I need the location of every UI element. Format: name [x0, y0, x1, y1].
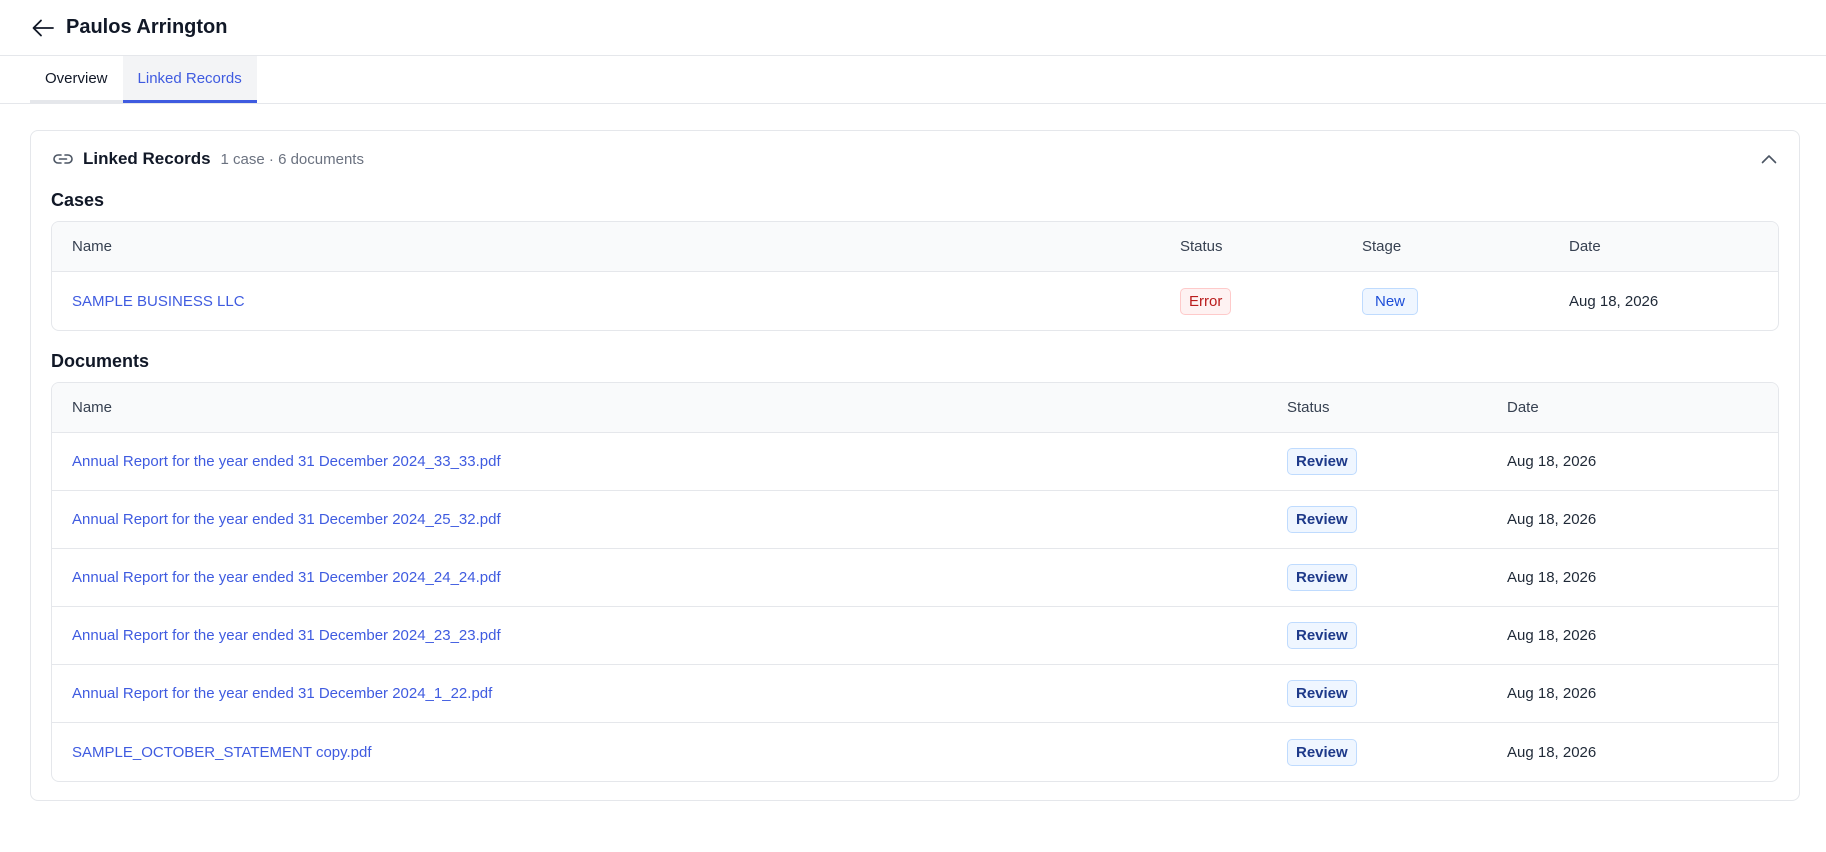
documents-table: Name Status Date Annual Report for the y… — [51, 382, 1779, 782]
link-icon — [52, 152, 74, 166]
document-name-link[interactable]: Annual Report for the year ended 31 Dece… — [72, 685, 492, 702]
column-header-status: Status — [1287, 399, 1330, 416]
column-header-status: Status — [1180, 238, 1223, 255]
documents-table-header: Name Status Date — [52, 383, 1778, 433]
table-row[interactable]: Annual Report for the year ended 31 Dece… — [52, 491, 1778, 549]
document-name-link[interactable]: Annual Report for the year ended 31 Dece… — [72, 511, 501, 528]
document-date: Aug 18, 2026 — [1507, 511, 1597, 528]
table-row[interactable]: SAMPLE_OCTOBER_STATEMENT copy.pdf Review… — [52, 723, 1778, 781]
cases-section-title: Cases — [51, 190, 105, 210]
document-name-link[interactable]: Annual Report for the year ended 31 Dece… — [72, 569, 501, 586]
chevron-up-icon[interactable] — [1757, 147, 1781, 171]
linked-records-header: Linked Records 1 case · 6 documents — [31, 131, 1799, 187]
table-row[interactable]: Annual Report for the year ended 31 Dece… — [52, 665, 1778, 723]
tab-bar: Overview Linked Records — [0, 56, 1826, 104]
status-badge: Review — [1287, 564, 1357, 591]
status-badge: Review — [1287, 622, 1357, 649]
document-date: Aug 18, 2026 — [1507, 685, 1597, 702]
status-badge: Review — [1287, 506, 1357, 533]
documents-section-title: Documents — [51, 351, 150, 371]
cases-table: Name Status Stage Date SAMPLE BUSINESS L… — [51, 221, 1779, 331]
document-name-link[interactable]: SAMPLE_OCTOBER_STATEMENT copy.pdf — [72, 744, 372, 761]
stage-badge: New — [1362, 287, 1419, 315]
tab-linked-records[interactable]: Linked Records — [122, 56, 257, 103]
document-date: Aug 18, 2026 — [1507, 743, 1597, 761]
status-badge: Review — [1287, 680, 1357, 707]
status-badge: Error — [1180, 287, 1232, 315]
page-header: Paulos Arrington — [0, 0, 1826, 56]
document-name-link[interactable]: Annual Report for the year ended 31 Dece… — [72, 453, 501, 470]
column-header-name: Name — [72, 399, 113, 416]
document-date: Aug 18, 2026 — [1507, 627, 1597, 644]
cases-table-header: Name Status Stage Date — [52, 222, 1778, 272]
arrow-left-icon[interactable] — [30, 15, 56, 41]
table-row[interactable]: Annual Report for the year ended 31 Dece… — [52, 433, 1778, 491]
case-date: Aug 18, 2026 — [1569, 292, 1659, 310]
case-name-link[interactable]: SAMPLE BUSINESS LLC — [72, 293, 245, 310]
document-name-link[interactable]: Annual Report for the year ended 31 Dece… — [72, 627, 501, 644]
status-badge: Review — [1287, 448, 1357, 475]
tab-overview[interactable]: Overview — [30, 56, 123, 103]
document-date: Aug 18, 2026 — [1507, 569, 1597, 586]
linked-records-count: 1 case · 6 documents — [220, 150, 364, 168]
table-row[interactable]: Annual Report for the year ended 31 Dece… — [52, 549, 1778, 607]
linked-records-card: Linked Records 1 case · 6 documents Case… — [30, 130, 1800, 801]
page-title: Paulos Arrington — [66, 16, 228, 38]
column-header-date: Date — [1569, 238, 1601, 255]
column-header-name: Name — [72, 238, 113, 255]
column-header-stage: Stage — [1362, 238, 1402, 255]
status-badge: Review — [1287, 738, 1357, 766]
table-row[interactable]: Annual Report for the year ended 31 Dece… — [52, 607, 1778, 665]
linked-records-title: Linked Records — [83, 149, 211, 168]
column-header-date: Date — [1507, 399, 1539, 416]
document-date: Aug 18, 2026 — [1507, 453, 1597, 470]
table-row[interactable]: SAMPLE BUSINESS LLC Error New Aug 18, 20… — [52, 272, 1778, 330]
